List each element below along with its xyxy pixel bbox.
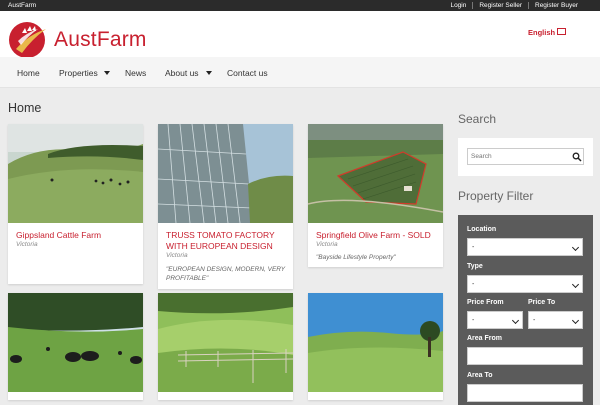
listing-card[interactable]: TRUSS TOMATO FACTORY WITH EUROPEAN DESIG…	[158, 124, 293, 289]
listing-image[interactable]	[308, 124, 443, 223]
chevron-down-icon	[511, 316, 520, 325]
nav-news[interactable]: News	[125, 68, 146, 78]
type-select-value: -	[472, 281, 475, 288]
type-label: Type	[467, 263, 483, 270]
language-selector[interactable]: English	[528, 28, 555, 37]
chevron-down-icon	[571, 280, 580, 289]
listing-card[interactable]: Springfield Olive Farm - SOLD Victoria "…	[308, 124, 443, 267]
search-heading: Search	[458, 112, 497, 126]
location-select[interactable]: -	[467, 238, 583, 256]
register-buyer-link[interactable]: Register Buyer	[528, 2, 584, 9]
listing-description: "EUROPEAN DESIGN, MODERN, VERY PROFITABL…	[166, 266, 285, 282]
location-label: Location	[467, 226, 497, 233]
property-filter-heading: Property Filter	[458, 189, 534, 203]
listing-location: Victoria	[16, 241, 38, 248]
listing-description: "Bayside Lifestyle Property"	[316, 254, 396, 261]
main-nav: Home Properties News About us Contact us	[0, 57, 600, 88]
listing-card[interactable]: Gippsland Cattle Farm Victoria	[8, 124, 143, 284]
listing-title[interactable]: TRUSS TOMATO FACTORY WITH EUROPEAN DESIG…	[166, 230, 291, 252]
price-to-label: Price To	[528, 299, 556, 306]
listing-card[interactable]	[308, 293, 443, 400]
wheat-logo-icon[interactable]	[8, 19, 50, 61]
register-seller-link[interactable]: Register Seller	[472, 2, 528, 9]
search-icon[interactable]	[572, 152, 582, 162]
login-link[interactable]: Login	[444, 2, 472, 9]
listing-image[interactable]	[308, 293, 443, 392]
nav-contact-us[interactable]: Contact us	[227, 68, 268, 78]
listing-image[interactable]	[158, 124, 293, 223]
area-to-label: Area To	[467, 372, 493, 379]
logo-text[interactable]: AustFarm	[54, 28, 147, 52]
top-bar: AustFarm Login Register Seller Register …	[0, 0, 600, 11]
listing-card[interactable]	[8, 293, 143, 400]
price-to-value: -	[533, 317, 536, 324]
property-filter-panel: Location - Type - Price From Price To - …	[458, 215, 593, 405]
chevron-down-icon	[571, 243, 580, 252]
listing-title[interactable]: Springfield Olive Farm - SOLD	[316, 230, 441, 241]
price-from-label: Price From	[467, 299, 504, 306]
nav-about-us[interactable]: About us	[165, 68, 199, 78]
listing-card[interactable]	[158, 293, 293, 400]
flag-icon[interactable]	[557, 28, 566, 35]
chevron-down-icon[interactable]	[104, 71, 110, 75]
listing-location: Victoria	[166, 252, 188, 259]
top-bar-links: Login Register Seller Register Buyer	[444, 2, 584, 9]
listing-image[interactable]	[158, 293, 293, 392]
nav-home[interactable]: Home	[17, 68, 40, 78]
listing-image[interactable]	[8, 124, 143, 223]
price-from-value: -	[472, 317, 475, 324]
location-select-value: -	[472, 244, 475, 251]
area-from-label: Area From	[467, 335, 503, 342]
site-header: AustFarm English	[0, 11, 600, 58]
area-to-input[interactable]	[467, 384, 583, 402]
nav-properties[interactable]: Properties	[59, 68, 98, 78]
search-panel	[458, 138, 593, 176]
price-to-select[interactable]: -	[528, 311, 583, 329]
price-from-select[interactable]: -	[467, 311, 523, 329]
top-bar-brand: AustFarm	[8, 2, 37, 9]
listing-location: Victoria	[316, 241, 338, 248]
type-select[interactable]: -	[467, 275, 583, 293]
listing-image[interactable]	[8, 293, 143, 392]
area-from-input[interactable]	[467, 347, 583, 365]
search-input[interactable]	[467, 148, 584, 165]
chevron-down-icon	[571, 316, 580, 325]
listing-title[interactable]: Gippsland Cattle Farm	[16, 230, 141, 241]
page-title: Home	[8, 101, 42, 115]
chevron-down-icon[interactable]	[206, 71, 212, 75]
